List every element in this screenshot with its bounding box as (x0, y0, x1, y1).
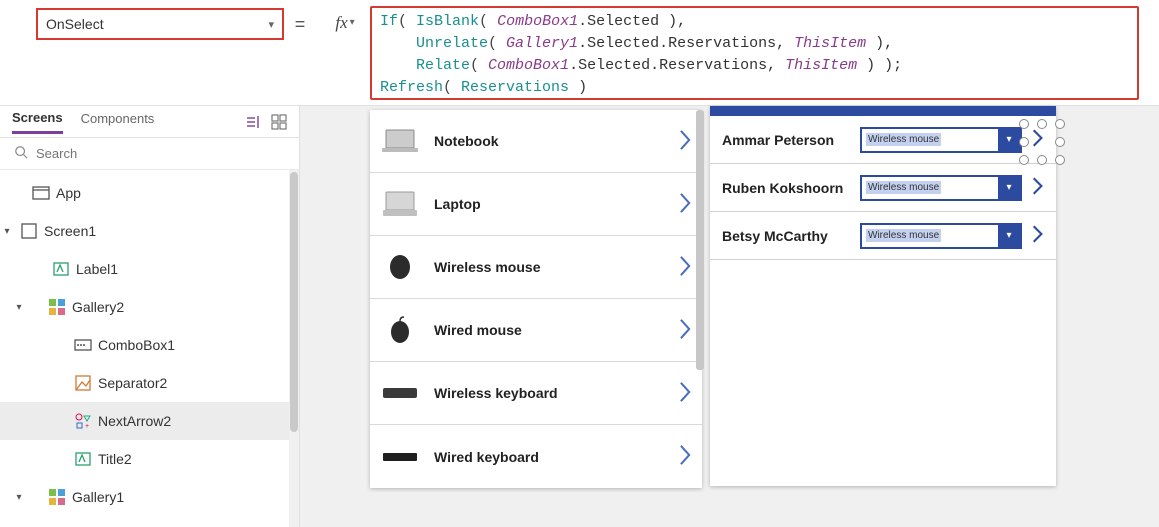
product-combobox[interactable]: Wireless mouse ▾ (860, 127, 1022, 153)
icon-control-icon: + (74, 412, 92, 430)
mouse-wired-icon (380, 314, 420, 346)
product-combobox[interactable]: Wireless mouse ▾ (860, 223, 1022, 249)
tree-node-screen1[interactable]: ▾ Screen1 (0, 212, 299, 250)
product-combobox[interactable]: Wireless mouse ▾ (860, 175, 1022, 201)
product-row[interactable]: Wired keyboard (370, 425, 702, 488)
gallery-icon (48, 298, 66, 316)
reservation-row[interactable]: Ruben Kokshoorn Wireless mouse ▾ (710, 164, 1056, 212)
tree-node-title2[interactable]: Title2 (0, 440, 299, 478)
tree-label: ComboBox1 (98, 337, 175, 353)
product-label: Wireless keyboard (434, 385, 665, 401)
product-row[interactable]: Wired mouse (370, 299, 702, 362)
laptop-thick-icon (380, 188, 420, 220)
chevron-down-icon: ▾ (350, 17, 355, 28)
product-label: Notebook (434, 133, 665, 149)
products-gallery[interactable]: Notebook Laptop Wireless mouse Wired mou… (370, 110, 702, 488)
search-input[interactable] (36, 146, 285, 161)
tree-label: NextArrow2 (98, 413, 171, 429)
product-row[interactable]: Laptop (370, 173, 702, 236)
product-label: Wired mouse (434, 322, 665, 338)
tree-node-separator2[interactable]: Separator2 (0, 364, 299, 402)
tree-node-separator1[interactable]: Separator1 (0, 516, 299, 527)
design-canvas[interactable]: Notebook Laptop Wireless mouse Wired mou… (300, 106, 1159, 527)
tree-label: Gallery1 (72, 489, 124, 505)
product-label: Wired keyboard (434, 449, 665, 465)
tree-label: Title2 (98, 451, 132, 467)
tree-node-app[interactable]: App (0, 174, 299, 212)
combobox-value: Wireless mouse (862, 129, 998, 151)
screen-icon (20, 222, 38, 240)
next-arrow-icon[interactable] (679, 318, 692, 343)
tree-label: Gallery2 (72, 299, 124, 315)
gallery-icon (48, 488, 66, 506)
tree-label: Separator2 (98, 375, 167, 391)
chevron-down-icon: ▾ (998, 129, 1020, 151)
keyboard-icon (380, 377, 420, 409)
next-arrow-icon[interactable] (1032, 176, 1044, 199)
person-name: Ruben Kokshoorn (722, 180, 850, 196)
next-arrow-icon[interactable] (1032, 128, 1044, 151)
grid-view-icon[interactable] (271, 114, 287, 130)
label-icon (52, 260, 70, 278)
tree-label: Screen1 (44, 223, 96, 239)
tree-node-label1[interactable]: Label1 (0, 250, 299, 288)
equals-label: = (280, 0, 320, 105)
combobox-value: Wireless mouse (862, 225, 998, 247)
combobox-icon (74, 336, 92, 354)
product-row[interactable]: Wireless keyboard (370, 362, 702, 425)
chevron-down-icon: ▾ (998, 225, 1020, 247)
gallery-scrollbar[interactable] (696, 110, 704, 485)
next-arrow-icon[interactable] (679, 129, 692, 154)
product-label: Laptop (434, 196, 665, 212)
svg-text:+: + (85, 423, 89, 430)
list-view-icon[interactable] (245, 114, 261, 130)
combobox-value: Wireless mouse (862, 177, 998, 199)
fx-icon: fx (335, 13, 347, 33)
reservation-row[interactable]: Betsy McCarthy Wireless mouse ▾ (710, 212, 1056, 260)
tree-node-combobox1[interactable]: ComboBox1 (0, 326, 299, 364)
product-row[interactable]: Notebook (370, 110, 702, 173)
product-label: Wireless mouse (434, 259, 665, 275)
collapse-icon[interactable]: ▾ (12, 492, 26, 503)
laptop-thin-icon (380, 125, 420, 157)
property-dropdown-value: OnSelect (46, 16, 104, 32)
person-name: Betsy McCarthy (722, 228, 850, 244)
fx-button[interactable]: fx ▾ (320, 0, 370, 105)
property-dropdown[interactable]: OnSelect ▾ (36, 8, 284, 40)
tree-label: App (56, 185, 81, 201)
tab-screens[interactable]: Screens (12, 110, 63, 134)
separator-icon (74, 374, 92, 392)
tab-components[interactable]: Components (81, 111, 155, 132)
tree-node-gallery1[interactable]: ▾ Gallery1 (0, 478, 299, 516)
next-arrow-icon[interactable] (679, 444, 692, 469)
formula-bar[interactable]: If( IsBlank( ComboBox1.Selected ), Unrel… (370, 6, 1139, 100)
app-icon (32, 184, 50, 202)
person-name: Ammar Peterson (722, 132, 850, 148)
product-row[interactable]: Wireless mouse (370, 236, 702, 299)
label-icon (74, 450, 92, 468)
collapse-icon[interactable]: ▾ (0, 226, 14, 237)
reservation-row[interactable]: Ammar Peterson Wireless mouse ▾ (710, 116, 1056, 164)
tree-scrollbar[interactable] (289, 170, 299, 527)
collapse-icon[interactable]: ▾ (12, 302, 26, 313)
next-arrow-icon[interactable] (1032, 224, 1044, 247)
reservations-header (710, 106, 1056, 116)
next-arrow-icon[interactable] (679, 192, 692, 217)
mouse-plain-icon (380, 251, 420, 283)
tree-label: Label1 (76, 261, 118, 277)
chevron-down-icon: ▾ (998, 177, 1020, 199)
search-icon (14, 145, 28, 162)
next-arrow-icon[interactable] (679, 381, 692, 406)
keyboard-dark-icon (380, 441, 420, 473)
next-arrow-icon[interactable] (679, 255, 692, 280)
chevron-down-icon: ▾ (268, 18, 274, 31)
tree-node-nextarrow2[interactable]: + NextArrow2 (0, 402, 299, 440)
tree-node-gallery2[interactable]: ▾ Gallery2 (0, 288, 299, 326)
reservations-gallery[interactable]: Ammar Peterson Wireless mouse ▾ Ruben Ko… (710, 106, 1056, 486)
